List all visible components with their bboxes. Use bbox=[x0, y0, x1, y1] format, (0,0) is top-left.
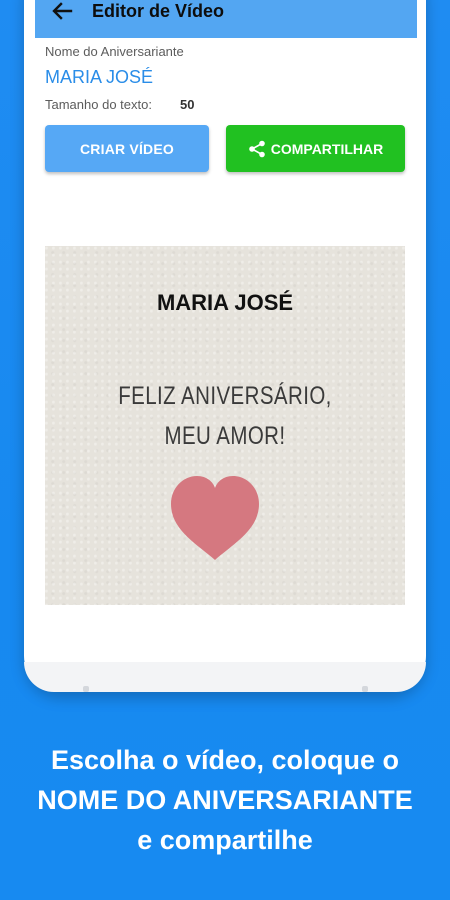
preview-name-text: MARIA JOSÉ bbox=[156, 290, 294, 315]
bottom-dot-right bbox=[362, 686, 368, 692]
preview-message-line2: MEU AMOR! bbox=[164, 422, 286, 450]
share-icon bbox=[248, 140, 265, 157]
caption-line1: Escolha o vídeo, coloque o bbox=[50, 745, 400, 775]
caption-line3: e compartilhe bbox=[137, 825, 313, 855]
arrow-left-icon[interactable] bbox=[50, 0, 74, 22]
caption-line2: NOME DO ANIVERSARIANTE bbox=[37, 785, 413, 815]
video-preview[interactable]: MARIA JOSÉ FELIZ ANIVERSÁRIO, MEU AMOR! bbox=[45, 246, 405, 605]
preview-message-line1: FELIZ ANIVERSÁRIO, bbox=[118, 382, 332, 410]
create-video-label: CRIAR VÍDEO bbox=[80, 140, 174, 157]
name-field-label: Nome do Aniversariante bbox=[45, 44, 184, 59]
text-size-value[interactable]: 50 bbox=[180, 97, 194, 112]
promo-caption: Escolha o vídeo, coloque o NOME DO ANIVE… bbox=[0, 740, 450, 860]
name-field[interactable]: MARIA JOSÉ bbox=[45, 67, 153, 88]
share-label: COMPARTILHAR bbox=[270, 140, 384, 157]
text-size-label: Tamanho do texto: bbox=[45, 97, 152, 112]
page-title: Editor de Vídeo bbox=[92, 1, 225, 21]
create-video-button[interactable]: CRIAR VÍDEO bbox=[45, 125, 209, 172]
heart-icon bbox=[171, 476, 259, 560]
bottom-dot-left bbox=[83, 686, 89, 692]
share-button[interactable]: COMPARTILHAR bbox=[226, 125, 405, 172]
